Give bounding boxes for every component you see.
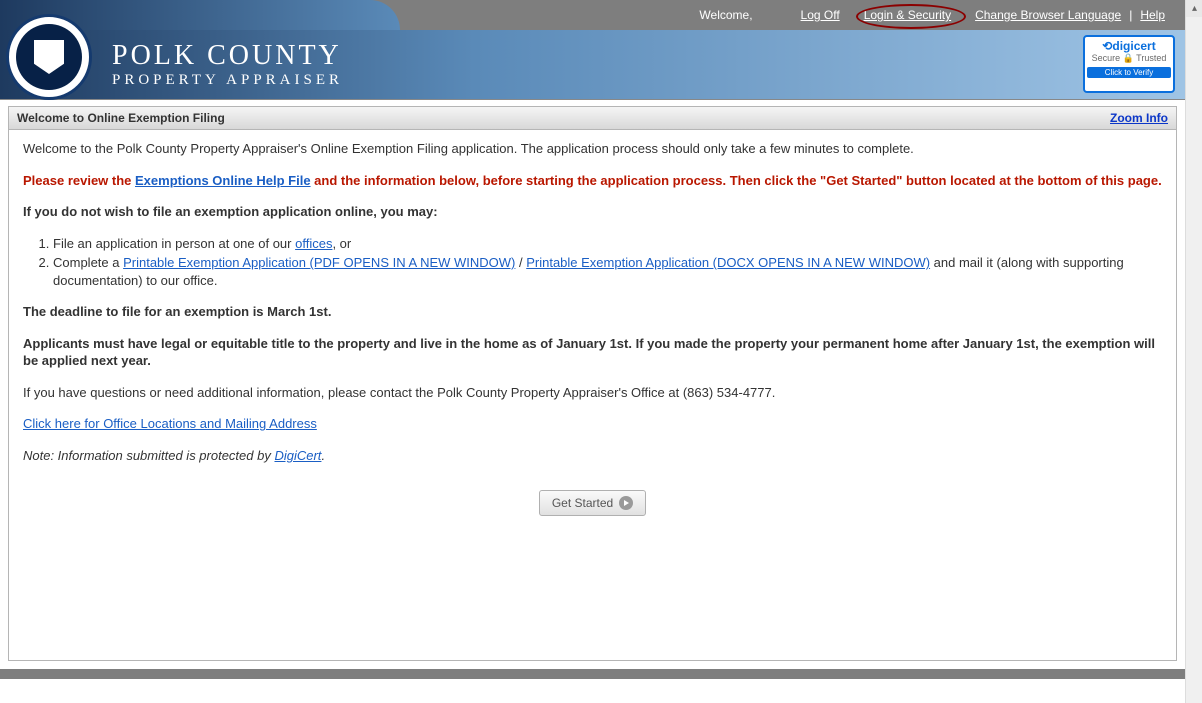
panel-header: Welcome to Online Exemption Filing Zoom … bbox=[9, 107, 1176, 130]
county-seal bbox=[6, 14, 92, 100]
seal-shield-icon bbox=[34, 40, 64, 74]
zoom-info-link[interactable]: Zoom Info bbox=[1110, 111, 1168, 125]
office-locations-link[interactable]: Click here for Office Locations and Mail… bbox=[23, 416, 317, 431]
deadline-text: The deadline to file for an exemption is… bbox=[23, 303, 1162, 321]
login-security-link[interactable]: Login & Security bbox=[864, 8, 951, 22]
intro-text: Welcome to the Polk County Property Appr… bbox=[23, 140, 1162, 158]
main-panel: Welcome to Online Exemption Filing Zoom … bbox=[8, 106, 1177, 661]
vertical-scrollbar[interactable]: ▴ bbox=[1185, 0, 1202, 703]
digicert-link[interactable]: DigiCert bbox=[274, 448, 321, 463]
protection-note: Note: Information submitted is protected… bbox=[23, 447, 1162, 465]
get-started-button[interactable]: Get Started bbox=[539, 490, 646, 516]
content-area: Welcome to Online Exemption Filing Zoom … bbox=[0, 100, 1185, 669]
help-file-link[interactable]: Exemptions Online Help File bbox=[135, 173, 311, 188]
list-item: Complete a Printable Exemption Applicati… bbox=[53, 254, 1162, 289]
brand-title-block: POLK COUNTY PROPERTY APPRAISER bbox=[112, 40, 343, 89]
scroll-up-arrow-icon[interactable]: ▴ bbox=[1186, 0, 1202, 17]
pdf-application-link[interactable]: Printable Exemption Application (PDF OPE… bbox=[123, 255, 515, 270]
brand-subtitle: PROPERTY APPRAISER bbox=[112, 72, 343, 89]
digicert-logo-text: ⟲digicert bbox=[1087, 39, 1171, 53]
welcome-text: Welcome, bbox=[699, 8, 752, 22]
help-link[interactable]: Help bbox=[1140, 8, 1165, 22]
get-started-label: Get Started bbox=[552, 496, 613, 510]
list-item: File an application in person at one of … bbox=[53, 235, 1162, 253]
offices-link[interactable]: offices bbox=[295, 236, 332, 251]
review-notice: Please review the Exemptions Online Help… bbox=[23, 172, 1162, 190]
login-security-wrapper: Login & Security bbox=[856, 8, 959, 22]
panel-body: Welcome to the Polk County Property Appr… bbox=[9, 130, 1176, 660]
digicert-verify-button: Click to Verify bbox=[1087, 67, 1171, 78]
topbar-links: Welcome, Log Off Login & Security Change… bbox=[691, 0, 1173, 30]
separator: | bbox=[1129, 8, 1132, 22]
contact-text: If you have questions or need additional… bbox=[23, 384, 1162, 402]
alternative-heading: If you do not wish to file an exemption … bbox=[23, 203, 1162, 221]
digicert-badge[interactable]: ⟲digicert Secure 🔒 Trusted Click to Veri… bbox=[1083, 35, 1175, 93]
change-language-link[interactable]: Change Browser Language bbox=[975, 8, 1121, 22]
alternative-list: File an application in person at one of … bbox=[53, 235, 1162, 290]
arrow-right-icon bbox=[619, 496, 633, 510]
applicants-text: Applicants must have legal or equitable … bbox=[23, 335, 1162, 370]
digicert-tagline: Secure 🔒 Trusted bbox=[1087, 53, 1171, 64]
top-bar: Welcome, Log Off Login & Security Change… bbox=[0, 0, 1185, 30]
brand-title: POLK COUNTY bbox=[112, 40, 343, 72]
docx-application-link[interactable]: Printable Exemption Application (DOCX OP… bbox=[526, 255, 930, 270]
header-banner: POLK COUNTY PROPERTY APPRAISER ⟲digicert… bbox=[0, 30, 1185, 100]
log-off-link[interactable]: Log Off bbox=[801, 8, 840, 22]
panel-title: Welcome to Online Exemption Filing bbox=[17, 111, 225, 125]
footer-bar bbox=[0, 669, 1185, 679]
button-row: Get Started bbox=[23, 490, 1162, 516]
